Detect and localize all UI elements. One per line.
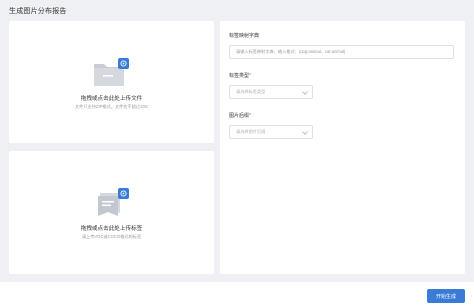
start-generate-button[interactable]: 开始生成 <box>427 289 465 303</box>
image-suffix-label-text: 图片后缀 <box>229 113 250 119</box>
label-upload-title: 拖拽或点击此处上传标签 <box>80 226 143 232</box>
chevron-down-icon <box>302 129 308 135</box>
label-upload-icon <box>92 185 132 219</box>
image-suffix-field-label: 图片后缀* <box>229 112 251 119</box>
settings-form: 标签映射字典 请输入标签映射字典，输入格式：{dog:animal，cat:an… <box>220 21 465 274</box>
dict-input[interactable]: 请输入标签映射字典，输入格式：{dog:animal，cat:animal} <box>229 45 454 59</box>
required-mark: * <box>249 113 251 119</box>
label-type-select[interactable]: 请选择标签类型 <box>229 85 313 99</box>
label-upload-hint: 请上传VOC或COCO格式的标签 <box>81 234 142 239</box>
page-title: 生成图片分布报告 <box>9 8 67 15</box>
file-upload-hint: 文件只支持ZIP格式，文件名不超过10G <box>74 103 149 109</box>
folder-upload-icon <box>92 55 132 89</box>
label-type-label-text: 标签类型 <box>229 73 250 79</box>
file-upload-dropzone[interactable]: 拖拽或点击此处上传文件 文件只支持ZIP格式，文件名不超过10G <box>9 21 214 143</box>
footer-bar: 开始生成 <box>0 282 474 307</box>
required-mark: * <box>249 73 251 79</box>
chevron-down-icon <box>302 89 308 95</box>
dict-field-label: 标签映射字典 <box>229 33 260 39</box>
label-type-placeholder: 请选择标签类型 <box>236 89 266 94</box>
file-upload-title: 拖拽或点击此处上传文件 <box>80 95 143 102</box>
label-upload-dropzone[interactable]: 拖拽或点击此处上传标签 请上传VOC或COCO格式的标签 <box>9 151 214 274</box>
label-type-field-label: 标签类型* <box>229 72 251 79</box>
image-suffix-select[interactable]: 请选择图片后缀 <box>229 125 313 139</box>
image-suffix-placeholder: 请选择图片后缀 <box>236 129 266 134</box>
